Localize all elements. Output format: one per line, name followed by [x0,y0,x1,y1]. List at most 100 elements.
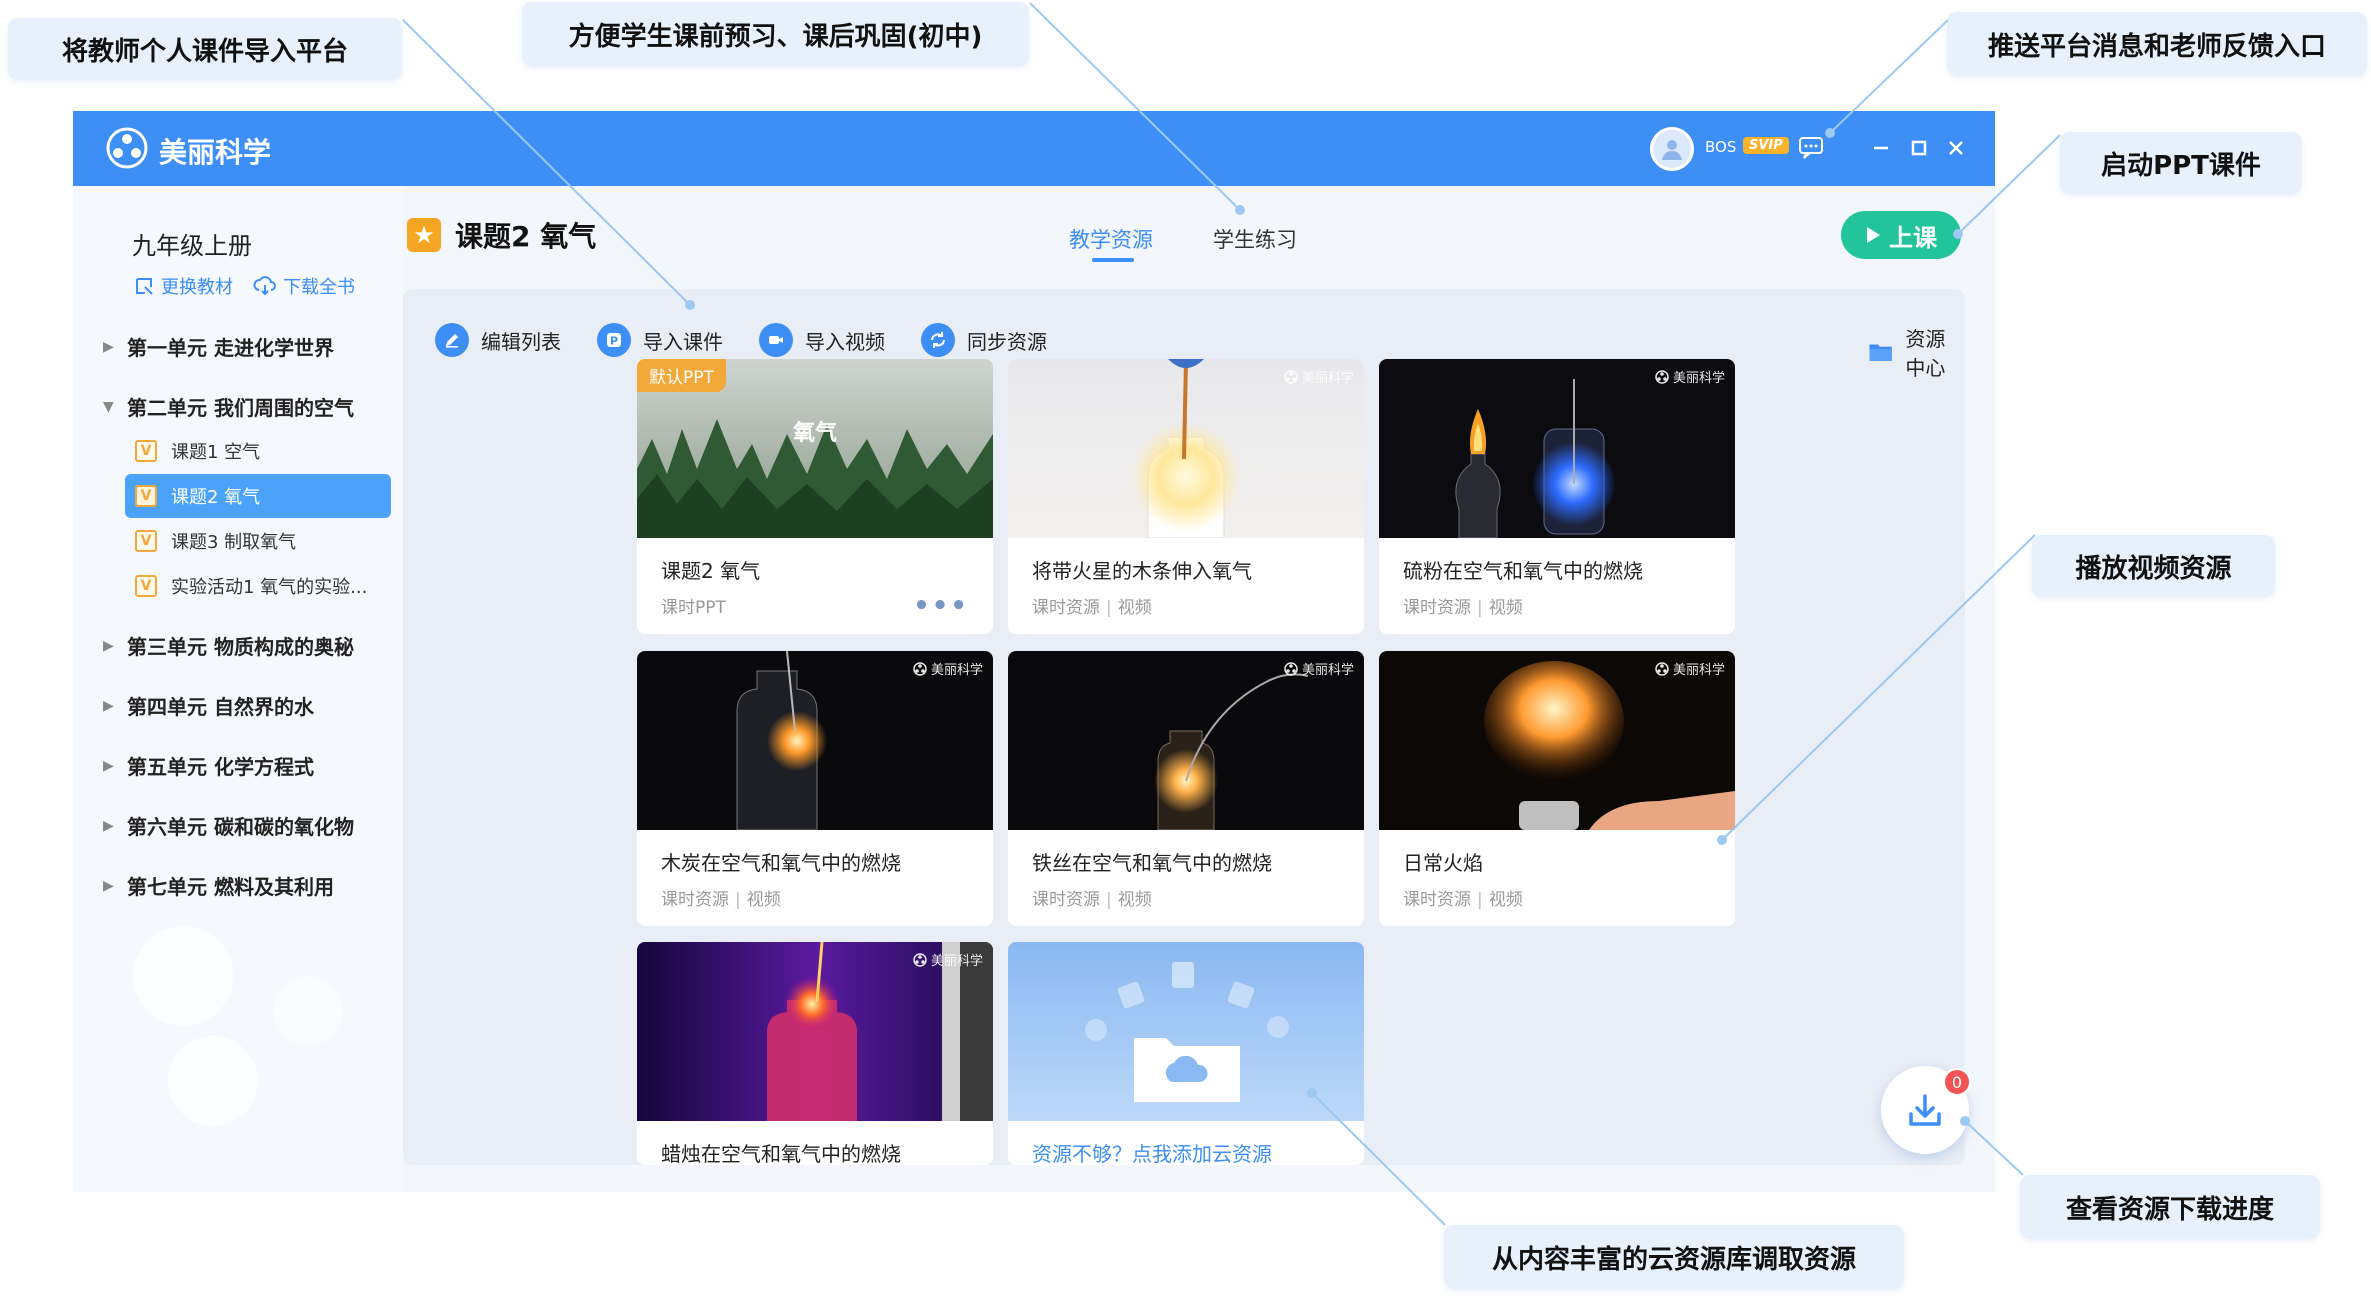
chevron-right-icon: ▶ [103,637,114,654]
card-meta: 课时资源 | 视频 [1403,890,1523,910]
add-cloud-resource-link[interactable]: 资源不够？点我添加云资源 [1032,1138,1272,1165]
decor-bubble [168,1036,258,1126]
minimize-icon [1874,146,1888,150]
card-title: 木炭在空气和氧气中的燃烧 [661,851,901,875]
card-meta: 课时PPT [661,593,726,618]
sidebar: 九年级上册 更换教材 下载全书 ▶ 第一单元 走进化学世界 ▼ 第二单元 我们周… [73,186,403,1192]
video-lesson-icon: V [135,485,157,507]
default-ppt-badge: 默认PPT [637,359,726,392]
chevron-right-icon: ▶ [103,757,114,774]
callout-import-platform: 将教师个人课件导入平台 [8,18,402,80]
resource-panel: 编辑列表 P 导入课件 导入视频 同步资源 资源中心 默认PPT 氧气 课题2 … [403,289,1965,1165]
sidebar-unit-4[interactable]: ▶ 第四单元 自然界的水 [103,691,314,720]
brand-logo-icon [913,952,927,967]
user-avatar[interactable] [1650,127,1694,171]
tab-teaching-resources[interactable]: 教学资源 [1069,224,1153,254]
tab-student-exercises[interactable]: 学生练习 [1213,224,1297,254]
card-thumbnail [1008,942,1364,1121]
user-name: BOS [1705,138,1737,156]
sidebar-unit-3[interactable]: ▶ 第三单元 物质构成的奥秘 [103,631,354,660]
watermark: 美丽科学 [1655,659,1725,678]
resource-card[interactable]: 美丽科学 铁丝在空气和氧气中的燃烧 课时资源 | 视频 [1008,651,1364,926]
card-title: 蜡烛在空气和氧气中的燃烧 [661,1142,901,1165]
decor-bubble [133,926,233,1026]
sidebar-lesson-1[interactable]: V 课题1 空气 [125,429,391,473]
change-textbook-link[interactable]: 更换教材 [133,273,233,299]
download-book-label: 下载全书 [283,277,355,298]
video-camera-icon [759,323,793,357]
resource-card[interactable]: 美丽科学 蜡烛在空气和氧气中的燃烧 [637,942,993,1165]
minimize-button[interactable] [1866,133,1896,163]
import-courseware-button[interactable]: P 导入课件 [597,323,723,357]
resource-card[interactable]: 美丽科学 硫粉在空气和氧气中的燃烧 课时资源 | 视频 [1379,359,1735,634]
import-video-button[interactable]: 导入视频 [759,323,885,357]
svg-text:P: P [610,335,618,348]
watermark-label: 美丽科学 [1301,371,1354,386]
thumbnail-title: 氧气 [792,421,837,446]
app-logo-icon [106,127,148,169]
resource-card[interactable]: 美丽科学 将带火星的木条伸入氧气 课时资源 | 视频 [1008,359,1364,634]
sidebar-unit-6[interactable]: ▶ 第六单元 碳和碳的氧化物 [103,811,354,840]
card-title: 铁丝在空气和氧气中的燃烧 [1032,851,1272,875]
download-icon [1909,1094,1941,1126]
sidebar-unit-2[interactable]: ▼ 第二单元 我们周围的空气 [103,392,354,421]
add-cloud-resource-card[interactable]: 资源不够？点我添加云资源 [1008,942,1364,1165]
more-options-icon[interactable]: ••• [913,591,969,621]
resource-card[interactable]: 美丽科学 木炭在空气和氧气中的燃烧 课时资源 | 视频 [637,651,993,926]
close-icon [1949,141,1963,155]
card-meta-type: 视频 [1117,890,1152,910]
message-icon [1799,137,1823,159]
sidebar-lesson-3[interactable]: V 课题3 制取氧气 [125,519,391,563]
unit-label: 第七单元 燃料及其利用 [127,875,334,899]
watermark: 美丽科学 [1284,659,1354,678]
sidebar-unit-1[interactable]: ▶ 第一单元 走进化学世界 [103,332,334,361]
vip-badge: SVIP [1743,137,1789,154]
download-book-link[interactable]: 下载全书 [253,273,355,299]
edit-list-label: 编辑列表 [481,329,561,354]
sidebar-unit-7[interactable]: ▶ 第七单元 燃料及其利用 [103,871,334,900]
lesson-label: 实验活动1 氧气的实验... [171,577,368,598]
sidebar-lesson-4[interactable]: V 实验活动1 氧气的实验... [125,564,391,608]
maximize-button[interactable] [1904,133,1934,163]
user-icon [1662,140,1682,160]
sidebar-unit-5[interactable]: ▶ 第五单元 化学方程式 [103,751,314,780]
play-icon [1867,227,1880,243]
folder-icon [1869,344,1892,361]
resource-card[interactable]: 默认PPT 氧气 课题2 氧气 课时PPT ••• [637,359,993,634]
card-meta-category: 课时PPT [661,598,726,618]
edit-list-button[interactable]: 编辑列表 [435,323,561,357]
video-lesson-icon: V [135,530,157,552]
grade-label: 九年级上册 [132,232,252,260]
card-meta-category: 课时资源 [661,890,729,910]
ppt-icon: P [597,323,631,357]
message-button[interactable] [1796,133,1826,163]
watermark: 美丽科学 [913,950,983,969]
card-meta-type: 视频 [1117,598,1152,618]
sync-resources-button[interactable]: 同步资源 [921,323,1047,357]
watermark-label: 美丽科学 [1301,663,1354,678]
unit-label: 第六单元 碳和碳的氧化物 [127,815,354,839]
card-meta-category: 课时资源 [1032,890,1100,910]
callout-cloud-library: 从内容丰富的云资源库调取资源 [1444,1225,1904,1289]
app-name: 美丽科学 [159,136,272,169]
resource-center-label: 资源中心 [1905,327,1946,380]
resource-center-button[interactable]: 资源中心 [1868,323,1965,381]
brand-logo-icon [1284,369,1298,384]
download-count-badge: 0 [1943,1068,1971,1096]
card-meta-category: 课时资源 [1403,598,1471,618]
decor-bubble [273,976,343,1046]
chevron-right-icon: ▶ [103,877,114,894]
close-button[interactable] [1941,133,1971,163]
swap-icon [136,278,153,295]
active-tab-indicator [1092,258,1134,262]
brand-logo-icon [913,661,927,676]
chevron-right-icon: ▶ [103,817,114,834]
sync-resources-label: 同步资源 [967,329,1047,354]
start-class-label: 上课 [1889,223,1937,252]
brand-logo-icon [1655,661,1669,676]
start-class-button[interactable]: 上课 [1841,211,1961,259]
resource-card[interactable]: 美丽科学 日常火焰 课时资源 | 视频 [1379,651,1735,926]
watermark-label: 美丽科学 [1672,663,1725,678]
video-lesson-icon: V [135,575,157,597]
sidebar-lesson-2[interactable]: V 课题2 氧气 [125,474,391,518]
